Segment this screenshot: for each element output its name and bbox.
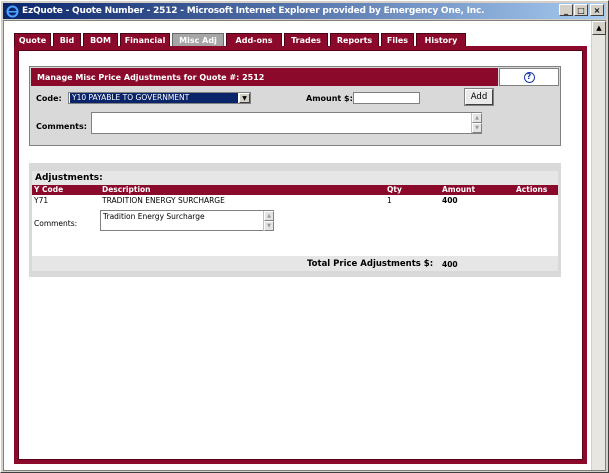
tab-bar: Quote Bid BOM Financial Misc Adj Add-ons…: [14, 33, 468, 47]
tab-label: Bid: [59, 36, 75, 45]
minimize-button[interactable]: _: [559, 4, 573, 16]
close-button[interactable]: ×: [590, 4, 604, 16]
manage-panel: Manage Misc Price Adjustments for Quote …: [29, 66, 561, 146]
col-amount: Amount: [442, 185, 476, 194]
panel-header: Manage Misc Price Adjustments for Quote …: [31, 68, 498, 86]
tab-files[interactable]: Files: [381, 33, 414, 47]
maximize-button[interactable]: □: [574, 4, 588, 16]
row-comments-scrollbar[interactable]: ▲ ▼: [263, 211, 274, 231]
scroll-down-icon[interactable]: ▼: [264, 221, 274, 231]
scroll-up-icon[interactable]: ▲: [264, 211, 274, 221]
total-label: Total Price Adjustments $:: [307, 259, 434, 269]
tab-label: Reports: [336, 36, 373, 45]
amount-label: Amount $:: [306, 94, 353, 103]
total-value: 400: [442, 260, 458, 269]
scroll-up-icon[interactable]: ▲: [592, 21, 606, 35]
code-selected-value: Y10 PAYABLE TO GOVERNMENT: [70, 93, 238, 103]
comments-label: Comments:: [36, 122, 87, 131]
adjustments-title: Adjustments:: [32, 171, 558, 185]
table-row: Y71 TRADITION ENERGY SURCHARGE 1 400: [32, 196, 558, 206]
help-button[interactable]: ?: [499, 68, 559, 86]
client-area: Quote Bid BOM Financial Misc Adj Add-ons…: [3, 20, 606, 471]
section-footer: [29, 271, 561, 277]
title-bar: EzQuote - Quote Number - 2512 - Microsof…: [3, 3, 606, 19]
ie-icon: [5, 4, 19, 18]
col-qty: Qty: [387, 185, 402, 194]
tab-reports[interactable]: Reports: [330, 33, 379, 47]
row-qty: 1: [387, 196, 392, 205]
add-button[interactable]: Add: [464, 88, 494, 106]
amount-input[interactable]: [353, 92, 420, 104]
tab-misc-adj[interactable]: Misc Adj: [172, 33, 224, 47]
tab-label: BOM: [90, 36, 111, 45]
comments-input[interactable]: ▲ ▼: [91, 112, 482, 134]
col-description: Description: [102, 185, 151, 194]
tab-label: History: [424, 36, 458, 45]
row-comments-field[interactable]: Tradition Energy Surcharge ▲ ▼: [100, 210, 274, 231]
tab-trades[interactable]: Trades: [284, 33, 328, 47]
row-comments-value: Tradition Energy Surcharge: [103, 212, 205, 221]
tab-bid[interactable]: Bid: [53, 33, 81, 47]
tab-history[interactable]: History: [416, 33, 466, 47]
row-amount: 400: [442, 196, 458, 205]
tab-bom[interactable]: BOM: [83, 33, 118, 47]
comments-scrollbar[interactable]: ▲ ▼: [471, 113, 482, 133]
total-bar: Total Price Adjustments $: 400: [32, 256, 558, 271]
minimize-icon: _: [564, 5, 568, 15]
tab-quote[interactable]: Quote: [14, 33, 51, 47]
tab-label: Quote: [18, 36, 47, 45]
adjustments-table-header: Y Code Description Qty Amount Actions: [32, 185, 558, 195]
code-select[interactable]: Y10 PAYABLE TO GOVERNMENT ▼: [68, 92, 251, 104]
tab-financial[interactable]: Financial: [120, 33, 170, 47]
col-actions: Actions: [516, 185, 548, 194]
help-icon: ?: [523, 71, 535, 83]
browser-window: EzQuote - Quote Number - 2512 - Microsof…: [0, 0, 609, 473]
chevron-down-icon[interactable]: ▼: [239, 93, 250, 103]
close-icon: ×: [593, 5, 601, 15]
col-ycode: Y Code: [34, 185, 64, 194]
tab-label: Add-ons: [235, 36, 273, 45]
adjustments-section: Adjustments: Y Code Description Qty Amou…: [29, 171, 561, 271]
tab-label: Files: [386, 36, 409, 45]
code-label: Code:: [36, 94, 62, 103]
content-frame: Manage Misc Price Adjustments for Quote …: [14, 46, 587, 464]
tab-label: Trades: [291, 36, 321, 45]
tab-add-ons[interactable]: Add-ons: [226, 33, 282, 47]
tab-label: Financial: [124, 36, 166, 45]
scroll-up-icon[interactable]: ▲: [472, 113, 482, 123]
row-comments-label: Comments:: [34, 219, 78, 228]
section-divider: [29, 163, 561, 171]
maximize-icon: □: [577, 5, 585, 15]
window-title: EzQuote - Quote Number - 2512 - Microsof…: [22, 6, 485, 16]
row-description: TRADITION ENERGY SURCHARGE: [102, 196, 225, 205]
row-ycode: Y71: [34, 196, 49, 205]
scroll-down-icon[interactable]: ▼: [472, 123, 482, 133]
content-area: Manage Misc Price Adjustments for Quote …: [18, 50, 583, 460]
vertical-scrollbar[interactable]: ▲: [591, 21, 606, 470]
tab-label: Misc Adj: [179, 36, 217, 45]
